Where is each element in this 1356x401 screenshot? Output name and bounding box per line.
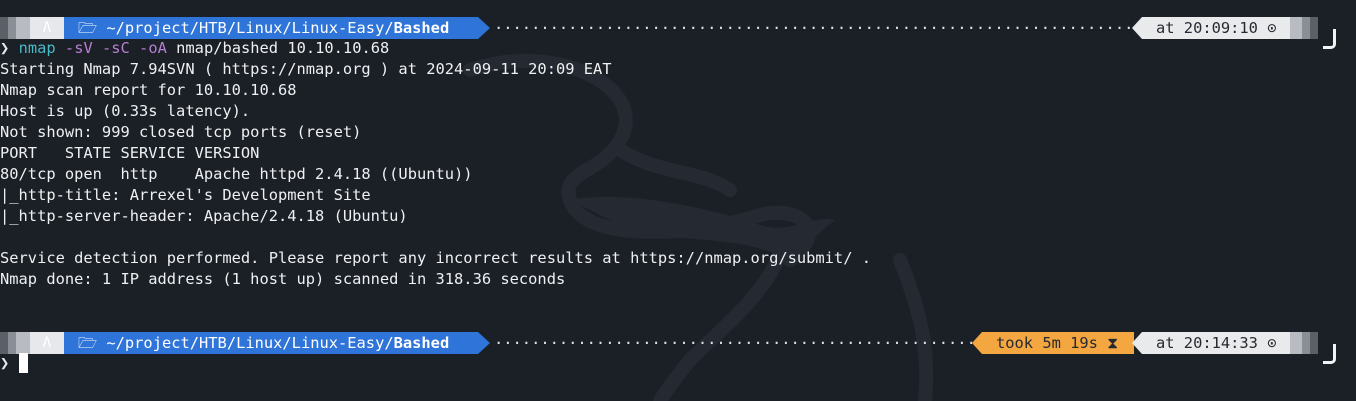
time-arrow: [1132, 17, 1142, 39]
prompt-corner: [1323, 344, 1336, 364]
path-arrow: [478, 332, 490, 354]
terminal[interactable]: Λ 🗁 ~/project/HTB/Linux/Linux-Easy/Bashe…: [0, 0, 1356, 401]
path-segment: 🗁 ~/project/HTB/Linux/Linux-Easy/Bashed: [64, 17, 478, 39]
output-line: Starting Nmap 7.94SVN ( https://nmap.org…: [0, 60, 612, 78]
path-bold: Bashed: [393, 334, 450, 352]
prompt-char: ❯: [0, 354, 10, 372]
time-text: at 20:09:10: [1156, 19, 1258, 37]
input-line[interactable]: ❯: [0, 353, 28, 375]
folder-icon: 🗁: [78, 19, 107, 37]
duration-segment: took 5m 19s ⧗: [982, 332, 1134, 354]
folder-icon: 🗁: [78, 334, 107, 352]
output-line: PORT STATE SERVICE VERSION: [0, 144, 260, 162]
hourglass-icon: ⧗: [1107, 334, 1119, 352]
right-cap-3: [1310, 17, 1318, 39]
right-cap: [1290, 17, 1302, 39]
output-line: Host is up (0.33s latency).: [0, 102, 251, 120]
right-cap: [1290, 332, 1302, 354]
output-line: 80/tcp open http Apache httpd 2.4.18 ((U…: [0, 165, 473, 183]
os-segment: [0, 17, 30, 39]
time-text: at 20:14:33: [1156, 334, 1258, 352]
prompt-bar-2: Λ 🗁 ~/project/HTB/Linux/Linux-Easy/Bashe…: [0, 332, 1356, 354]
path-text: ~/project/HTB/Linux/Linux-Easy/: [106, 334, 394, 352]
command-program: nmap: [18, 39, 56, 57]
text-cursor: [18, 353, 28, 373]
time-segment: at 20:09:10 ⊙: [1142, 17, 1292, 39]
duration-text: took 5m 19s: [996, 334, 1098, 352]
output-line: |_http-title: Arrexel's Development Site: [0, 186, 371, 204]
time-arrow: [1132, 332, 1142, 354]
right-cap-3: [1310, 332, 1318, 354]
os-logo-icon: Λ: [30, 332, 64, 354]
path-arrow: [478, 17, 490, 39]
output-line: Nmap done: 1 IP address (1 host up) scan…: [0, 270, 566, 288]
path-segment: 🗁 ~/project/HTB/Linux/Linux-Easy/Bashed: [64, 332, 478, 354]
command-args: nmap/bashed 10.10.10.68: [176, 39, 390, 57]
prompt-char: ❯: [0, 39, 10, 57]
command-flags: -sV -sC -oA: [64, 39, 167, 57]
took-arrow: [972, 332, 982, 354]
time-segment: at 20:14:33 ⊙: [1142, 332, 1292, 354]
output-line: Not shown: 999 closed tcp ports (reset): [0, 123, 362, 141]
os-segment: [0, 332, 30, 354]
prompt-filler-dots: ········································…: [494, 19, 1130, 37]
clock-icon: ⊙: [1267, 334, 1277, 352]
right-cap-2: [1302, 17, 1310, 39]
os-logo-icon: Λ: [30, 17, 64, 39]
output-line: Service detection performed. Please repo…: [0, 249, 871, 267]
prompt-filler-dots: ········································…: [494, 334, 972, 352]
clock-icon: ⊙: [1267, 19, 1277, 37]
path-text: ~/project/HTB/Linux/Linux-Easy/: [106, 19, 394, 37]
prompt-bar-1: Λ 🗁 ~/project/HTB/Linux/Linux-Easy/Bashe…: [0, 17, 1356, 39]
prompt-corner: [1323, 29, 1336, 49]
command-line: ❯ nmap -sV -sC -oA nmap/bashed 10.10.10.…: [0, 38, 389, 59]
output-line: Nmap scan report for 10.10.10.68: [0, 81, 297, 99]
right-cap-2: [1302, 332, 1310, 354]
output-line: |_http-server-header: Apache/2.4.18 (Ubu…: [0, 207, 408, 225]
path-bold: Bashed: [393, 19, 450, 37]
